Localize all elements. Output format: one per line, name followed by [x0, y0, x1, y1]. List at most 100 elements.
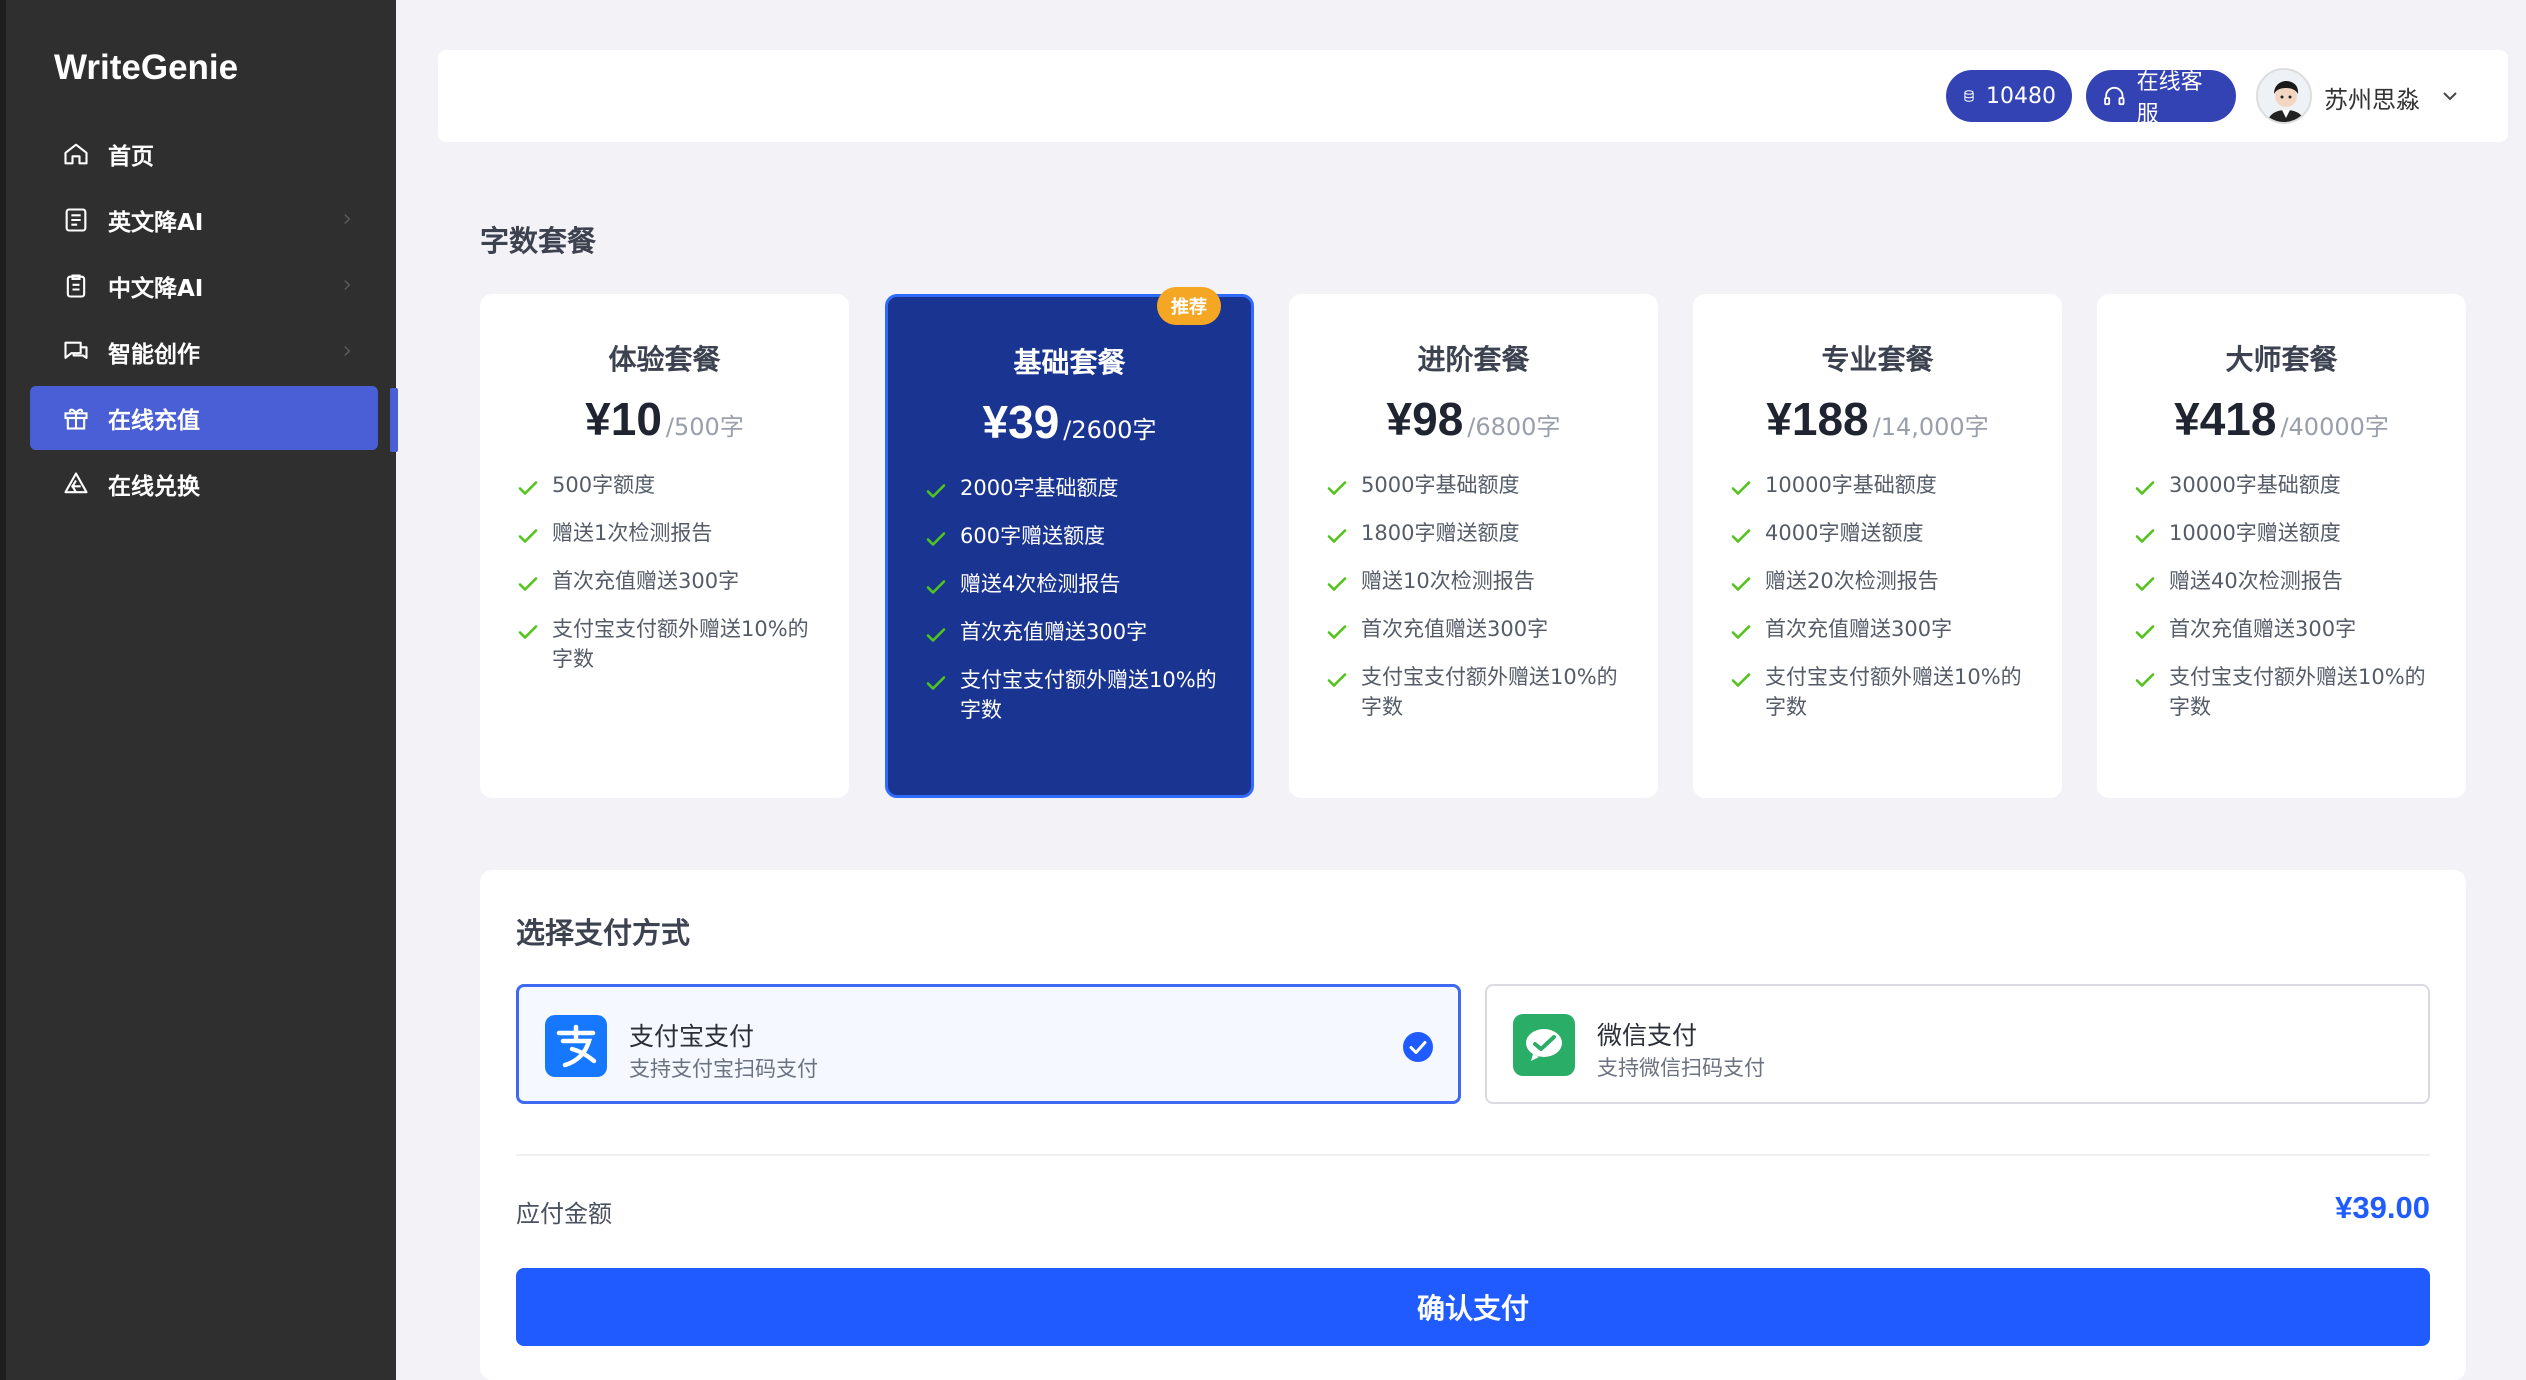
sidebar: WriteGenie 首页 英文降AI 中文降AI 智能创作 在线充值 在线兑换	[0, 0, 398, 1380]
feature-item: 支付宝支付额外赠送10%的字数	[1729, 662, 2029, 722]
feature-item: 首次充值赠送300字	[2133, 614, 2433, 644]
check-icon	[2135, 577, 2155, 591]
check-icon	[926, 628, 946, 642]
sidebar-item-smart-writing[interactable]: 智能创作	[30, 320, 378, 384]
feature-text: 首次充值赠送300字	[1765, 617, 1953, 641]
plan-price: ¥39	[982, 396, 1060, 448]
check-icon	[1327, 577, 1347, 591]
payment-option-wechat[interactable]: 微信支付 支持微信扫码支付	[1485, 984, 2430, 1104]
check-icon	[1731, 673, 1751, 687]
feature-list: 30000字基础额度 10000字赠送额度赠送40次检测报告 首次充值赠送300字支…	[2133, 470, 2433, 740]
feature-item: 1800字赠送额度	[1325, 518, 1625, 548]
payment-option-name: 支付宝支付	[629, 1022, 755, 1051]
credits-button[interactable]: 10480	[1946, 70, 2072, 122]
plan-unit: /6800字	[1467, 413, 1561, 441]
feature-item: 赠送40次检测报告	[2133, 566, 2433, 596]
check-icon	[1731, 529, 1751, 543]
plan-name: 基础套餐	[1013, 346, 1126, 379]
plan-card[interactable]: 推荐 基础套餐 ¥39/2600字 2000字基础额度 600字赠送额度 赠送4次检测报告…	[885, 287, 1254, 798]
feature-text: 支付宝支付额外赠送10%的字数	[2169, 665, 2426, 719]
check-icon	[2135, 481, 2155, 495]
price-row: ¥188/14,000字	[1693, 392, 2062, 446]
feature-text: 首次充值赠送300字	[552, 569, 740, 593]
feature-text: 5000字基础额度	[1361, 473, 1520, 497]
price-row: ¥98/6800字	[1289, 392, 1658, 446]
check-circle-icon	[1403, 1032, 1433, 1062]
plan-price: ¥188	[1766, 393, 1869, 445]
sidebar-nav: 首页 英文降AI 中文降AI 智能创作 在线充值 在线兑换	[30, 122, 378, 518]
plan-unit: /14,000字	[1872, 413, 1989, 441]
app-logo[interactable]: WriteGenie	[54, 48, 238, 88]
feature-list: 5000字基础额度 1800字赠送额度 赠送10次检测报告 首次充值赠送300字支付宝…	[1325, 470, 1625, 740]
check-icon	[1731, 577, 1751, 591]
amount-label: 应付金额	[516, 1200, 612, 1228]
feature-text: 10000字基础额度	[1765, 473, 1937, 497]
feature-text: 600字赠送额度	[960, 524, 1106, 548]
feature-text: 赠送4次检测报告	[960, 572, 1121, 596]
payment-option-alipay[interactable]: 支付宝支付 支持支付宝扫码支付	[516, 984, 1461, 1104]
feature-item: 5000字基础额度	[1325, 470, 1625, 500]
check-icon	[2135, 673, 2155, 687]
payment-option-name: 微信支付	[1597, 1021, 1698, 1050]
active-indicator	[390, 388, 398, 452]
avatar[interactable]	[2256, 68, 2312, 124]
clipboard-icon	[62, 272, 90, 300]
check-icon	[1731, 481, 1751, 495]
feature-item: 首次充值赠送300字	[516, 566, 816, 596]
sidebar-item-chinese-deai[interactable]: 中文降AI	[30, 254, 378, 318]
feature-text: 支付宝支付额外赠送10%的字数	[552, 617, 809, 671]
check-icon	[926, 676, 946, 690]
price-row: ¥418/40000字	[2097, 392, 2466, 446]
check-icon	[518, 625, 538, 639]
feature-text: 支付宝支付额外赠送10%的字数	[1361, 665, 1618, 719]
payment-panel: 选择支付方式 支付宝支付 支持支付宝扫码支付 微信支付 支持微信扫码支付 应付金…	[480, 870, 2466, 1380]
check-icon	[518, 481, 538, 495]
feature-text: 赠送10次检测报告	[1361, 569, 1535, 593]
feature-item: 首次充值赠送300字	[1729, 614, 2029, 644]
price-row: ¥39/2600字	[888, 395, 1251, 449]
feature-text: 赠送20次检测报告	[1765, 569, 1939, 593]
feature-text: 1800字赠送额度	[1361, 521, 1520, 545]
plan-card[interactable]: 进阶套餐 ¥98/6800字 5000字基础额度 1800字赠送额度 赠送10次检测报告…	[1289, 294, 1658, 798]
coins-icon	[1964, 90, 1974, 102]
sidebar-item-home[interactable]: 首页	[30, 122, 378, 186]
plan-unit: /2600字	[1063, 416, 1157, 444]
check-icon	[1327, 529, 1347, 543]
feature-text: 4000字赠送额度	[1765, 521, 1924, 545]
alipay-icon	[545, 1015, 607, 1077]
plan-name: 体验套餐	[608, 343, 721, 376]
feature-text: 首次充值赠送300字	[1361, 617, 1549, 641]
customer-service-label: 在线客服	[2136, 70, 2203, 127]
feature-item: 赠送4次检测报告	[924, 569, 1224, 599]
payment-option-desc: 支持微信扫码支付	[1597, 1056, 1765, 1080]
feature-text: 30000字基础额度	[2169, 473, 2341, 497]
plan-card[interactable]: 专业套餐 ¥188/14,000字 10000字基础额度 4000字赠送额度 赠送20次…	[1693, 294, 2062, 798]
chat-icon	[62, 338, 90, 366]
feature-item: 支付宝支付额外赠送10%的字数	[1325, 662, 1625, 722]
check-icon	[518, 529, 538, 543]
feature-item: 首次充值赠送300字	[1325, 614, 1625, 644]
feature-item: 赠送20次检测报告	[1729, 566, 2029, 596]
sidebar-item-recharge[interactable]: 在线充值	[30, 386, 378, 450]
plan-card[interactable]: 大师套餐 ¥418/40000字 30000字基础额度 10000字赠送额度 赠送40次…	[2097, 294, 2466, 798]
plan-card[interactable]: 体验套餐 ¥10/500字 500字额度 赠送1次检测报告 首次充值赠送300字 支付宝支…	[480, 294, 849, 798]
check-icon	[2135, 625, 2155, 639]
user-name[interactable]: 苏州思淼	[2324, 80, 2420, 115]
chevron-down-icon[interactable]	[2438, 84, 2462, 108]
sidebar-item-exchange[interactable]: 在线兑换	[30, 452, 378, 516]
feature-text: 首次充值赠送300字	[960, 620, 1148, 644]
confirm-payment-button[interactable]: 确认支付	[516, 1268, 2430, 1346]
feature-list: 2000字基础额度 600字赠送额度 赠送4次检测报告 首次充值赠送300字 支付宝支付…	[924, 473, 1224, 743]
sidebar-item-label: 首页	[108, 144, 154, 170]
customer-service-button[interactable]: 在线客服	[2086, 70, 2236, 127]
plan-price: ¥98	[1386, 393, 1464, 445]
feature-item: 首次充值赠送300字	[924, 617, 1224, 647]
sidebar-item-label: 英文降AI	[108, 210, 204, 236]
feature-text: 10000字赠送额度	[2169, 521, 2341, 545]
plan-price: ¥418	[2174, 393, 2277, 445]
amount-value: ¥39.00	[2335, 1190, 2430, 1225]
feature-item: 10000字基础额度	[1729, 470, 2029, 500]
section-title: 字数套餐	[480, 224, 597, 258]
sidebar-item-english-deai[interactable]: 英文降AI	[30, 188, 378, 252]
plan-unit: /40000字	[2280, 413, 2389, 441]
